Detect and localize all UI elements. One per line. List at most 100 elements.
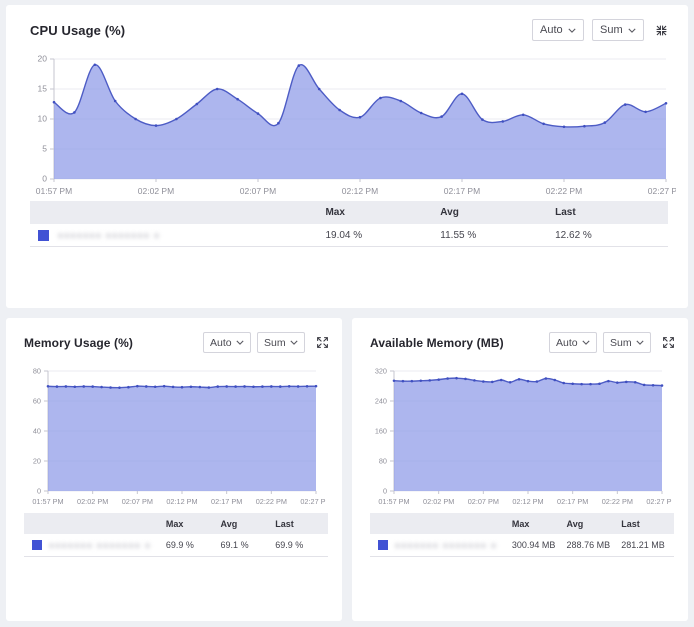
panel-title: Memory Usage (%) (24, 336, 133, 350)
header-last: Last (619, 519, 674, 529)
panel-controls: Auto Sum (197, 332, 329, 353)
svg-text:02:12 PM: 02:12 PM (512, 497, 543, 506)
svg-text:40: 40 (33, 427, 41, 436)
chevron-down-icon (236, 340, 244, 345)
expand-button[interactable] (662, 336, 675, 349)
area-chart[interactable]: 0 80 160 240 320 01:57 PM 02:02 PM 02:07 PM 02:1… (364, 361, 672, 507)
panel-title: CPU Usage (%) (30, 23, 125, 38)
expand-icon (662, 336, 675, 349)
series-name: ●●●●●●● ●●●●●●● ● (58, 231, 160, 240)
panel-controls: Auto Sum (543, 332, 675, 353)
svg-text:160: 160 (375, 427, 387, 436)
table-row[interactable]: ●●●●●●● ●●●●●●● ● 300.94 MB 288.76 MB 28… (370, 534, 674, 557)
svg-text:01:57 PM: 01:57 PM (36, 186, 72, 196)
series-cell: ●●●●●●● ●●●●●●● ● (370, 540, 510, 550)
aggregation-select[interactable]: Sum (603, 332, 651, 353)
svg-text:02:27 PM: 02:27 PM (300, 497, 326, 506)
available-memory-panel: Available Memory (MB) Auto Sum 0 80 160 240… (352, 318, 688, 621)
svg-text:240: 240 (375, 397, 387, 406)
svg-text:02:22 PM: 02:22 PM (256, 497, 287, 506)
panel-title: Available Memory (MB) (370, 336, 504, 350)
svg-text:80: 80 (379, 457, 387, 466)
series-name: ●●●●●●● ●●●●●●● ● (49, 541, 151, 550)
svg-text:02:17 PM: 02:17 PM (557, 497, 588, 506)
chart-container: 0 80 160 240 320 01:57 PM 02:02 PM 02:07 PM 02:1… (364, 361, 682, 507)
stats-table: Max Avg Last ●●●●●●● ●●●●●●● ● 69.9 % 69… (24, 513, 328, 557)
series-color-swatch (32, 540, 42, 550)
header-max: Max (323, 207, 438, 218)
series-cell: ●●●●●●● ●●●●●●● ● (24, 540, 164, 550)
interval-select[interactable]: Auto (549, 332, 597, 353)
svg-text:0: 0 (42, 174, 47, 184)
svg-text:20: 20 (38, 54, 48, 64)
header-avg: Avg (438, 207, 553, 218)
svg-text:02:07 PM: 02:07 PM (468, 497, 499, 506)
svg-text:02:02 PM: 02:02 PM (423, 497, 454, 506)
header-last: Last (273, 519, 328, 529)
aggregation-select-value: Sum (600, 24, 623, 36)
svg-text:02:02 PM: 02:02 PM (77, 497, 108, 506)
max-value: 19.04 % (323, 230, 438, 241)
panel-header: Memory Usage (%) Auto Sum (6, 318, 342, 353)
series-cell: ●●●●●●● ●●●●●●● ● (30, 230, 323, 241)
panel-controls: Auto Sum (524, 19, 668, 41)
memory-usage-panel: Memory Usage (%) Auto Sum 02040608001:57… (6, 318, 342, 621)
svg-text:01:57 PM: 01:57 PM (378, 497, 409, 506)
svg-text:80: 80 (33, 367, 41, 376)
last-value: 281.21 MB (619, 540, 674, 550)
svg-text:02:07 PM: 02:07 PM (240, 186, 276, 196)
panel-header: CPU Usage (%) Auto Sum (6, 5, 688, 41)
stats-table-header: Max Avg Last (24, 513, 328, 534)
series-color-swatch (378, 540, 388, 550)
chevron-down-icon (636, 340, 644, 345)
collapse-icon (655, 24, 668, 37)
stats-table: Max Avg Last ●●●●●●● ●●●●●●● ● 19.04 % 1… (30, 201, 668, 247)
aggregation-select[interactable]: Sum (257, 332, 305, 353)
svg-text:02:07 PM: 02:07 PM (122, 497, 153, 506)
expand-icon (316, 336, 329, 349)
interval-select[interactable]: Auto (532, 19, 584, 41)
chart-container: 0510152001:57 PM02:02 PM02:07 PM02:12 PM… (18, 47, 680, 197)
header-last: Last (553, 207, 668, 218)
chevron-down-icon (628, 28, 636, 33)
svg-text:5: 5 (42, 144, 47, 154)
aggregation-select[interactable]: Sum (592, 19, 644, 41)
header-max: Max (510, 519, 565, 529)
aggregation-select-value: Sum (264, 337, 286, 349)
table-row[interactable]: ●●●●●●● ●●●●●●● ● 69.9 % 69.1 % 69.9 % (24, 534, 328, 557)
stats-table: Max Avg Last ●●●●●●● ●●●●●●● ● 300.94 MB… (370, 513, 674, 557)
svg-text:02:27 PM: 02:27 PM (646, 497, 672, 506)
expand-button[interactable] (316, 336, 329, 349)
svg-text:02:12 PM: 02:12 PM (342, 186, 378, 196)
svg-text:02:22 PM: 02:22 PM (602, 497, 633, 506)
header-avg: Avg (565, 519, 620, 529)
aggregation-select-value: Sum (610, 337, 632, 349)
svg-text:0: 0 (37, 487, 41, 496)
last-value: 69.9 % (273, 540, 328, 550)
header-avg: Avg (219, 519, 274, 529)
area-chart[interactable]: 0510152001:57 PM02:02 PM02:07 PM02:12 PM… (18, 47, 676, 197)
avg-value: 69.1 % (219, 540, 274, 550)
area-chart[interactable]: 02040608001:57 PM02:02 PM02:07 PM02:12 P… (18, 361, 326, 507)
svg-text:02:12 PM: 02:12 PM (166, 497, 197, 506)
interval-select-value: Auto (540, 24, 563, 36)
svg-text:02:17 PM: 02:17 PM (444, 186, 480, 196)
svg-text:10: 10 (38, 114, 48, 124)
svg-text:02:02 PM: 02:02 PM (138, 186, 174, 196)
svg-text:320: 320 (375, 367, 387, 376)
svg-text:0: 0 (383, 487, 387, 496)
svg-text:60: 60 (33, 397, 41, 406)
chevron-down-icon (568, 28, 576, 33)
series-color-swatch (38, 230, 49, 241)
table-row[interactable]: ●●●●●●● ●●●●●●● ● 19.04 % 11.55 % 12.62 … (30, 224, 668, 247)
max-value: 300.94 MB (510, 540, 565, 550)
collapse-button[interactable] (655, 24, 668, 37)
series-name: ●●●●●●● ●●●●●●● ● (395, 541, 497, 550)
interval-select-value: Auto (210, 337, 232, 349)
chevron-down-icon (290, 340, 298, 345)
svg-text:02:27 PM: 02:27 PM (648, 186, 676, 196)
stats-table-header: Max Avg Last (370, 513, 674, 534)
cpu-usage-panel: CPU Usage (%) Auto Sum 0510152001:57 PM0… (6, 5, 688, 308)
last-value: 12.62 % (553, 230, 668, 241)
interval-select[interactable]: Auto (203, 332, 251, 353)
